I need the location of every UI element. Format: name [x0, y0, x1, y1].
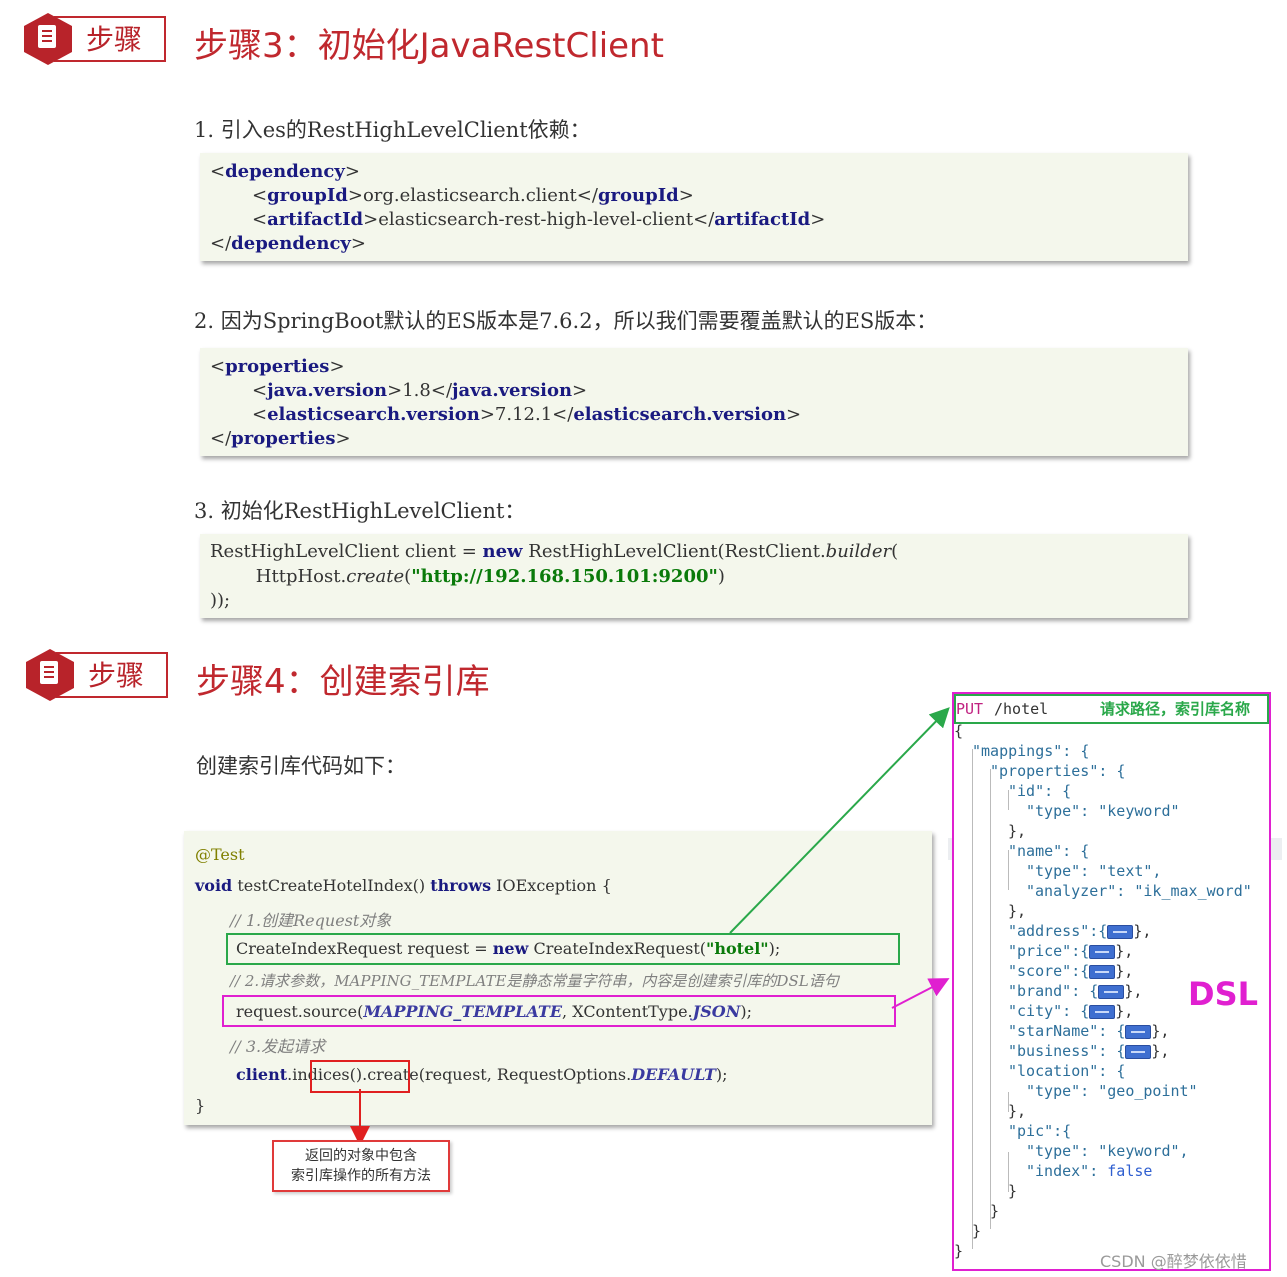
collapsed-icon[interactable]: [1089, 1004, 1116, 1019]
collapsed-icon[interactable]: [1107, 924, 1134, 939]
collapsed-icon[interactable]: [1125, 1024, 1152, 1039]
dsl-request-line: PUT /hotel 请求路径，索引库名称: [954, 694, 1269, 724]
watermark: CSDN @醉梦依依惜: [1100, 1252, 1247, 1271]
collapsed-icon[interactable]: [1125, 1044, 1152, 1059]
collapsed-icon[interactable]: [1098, 984, 1125, 999]
collapsed-icon[interactable]: [1089, 964, 1116, 979]
indices-note: 返回的对象中包含 索引库操作的所有方法: [272, 1140, 450, 1192]
collapsed-icon[interactable]: [1089, 944, 1116, 959]
dsl-label: DSL: [1188, 975, 1258, 1013]
